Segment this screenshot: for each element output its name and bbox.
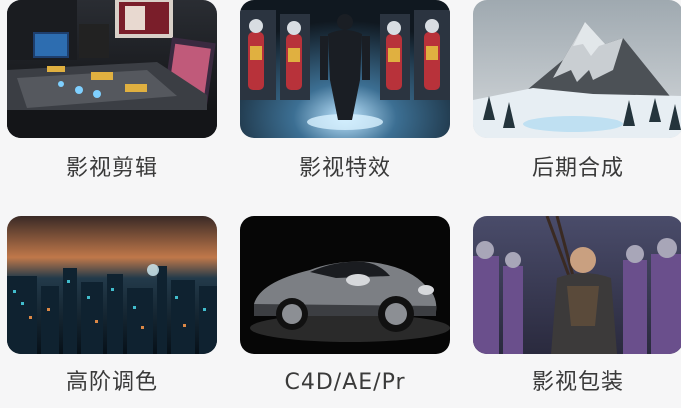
service-card-vfx[interactable]: 影视特效 — [240, 0, 450, 184]
service-card-packaging[interactable]: 影视包装 — [473, 216, 681, 398]
city-night-image — [7, 216, 217, 354]
service-label-packaging: 影视包装 — [531, 370, 624, 395]
service-label-compositing: 后期合成 — [531, 156, 624, 181]
warrior-scene-image — [473, 216, 681, 354]
services-grid: 影视剪辑 影视特效 后期合成 高阶调色 C4D/AE/Pr 影视包装 — [0, 0, 681, 408]
service-card-c4d-ae-pr[interactable]: C4D/AE/Pr — [240, 216, 450, 398]
editing-suite-image — [7, 0, 217, 138]
service-label-vfx: 影视特效 — [298, 156, 391, 181]
snowy-mountain-image — [473, 0, 681, 138]
service-card-compositing[interactable]: 后期合成 — [473, 0, 681, 184]
service-label-c4d-ae-pr: C4D/AE/Pr — [284, 370, 406, 395]
service-label-editing: 影视剪辑 — [65, 156, 158, 181]
sports-car-image — [240, 216, 450, 354]
service-label-color-grading: 高阶调色 — [65, 370, 158, 395]
service-card-editing[interactable]: 影视剪辑 — [7, 0, 217, 184]
service-card-color-grading[interactable]: 高阶调色 — [7, 216, 217, 398]
ironman-suits-image — [240, 0, 450, 138]
